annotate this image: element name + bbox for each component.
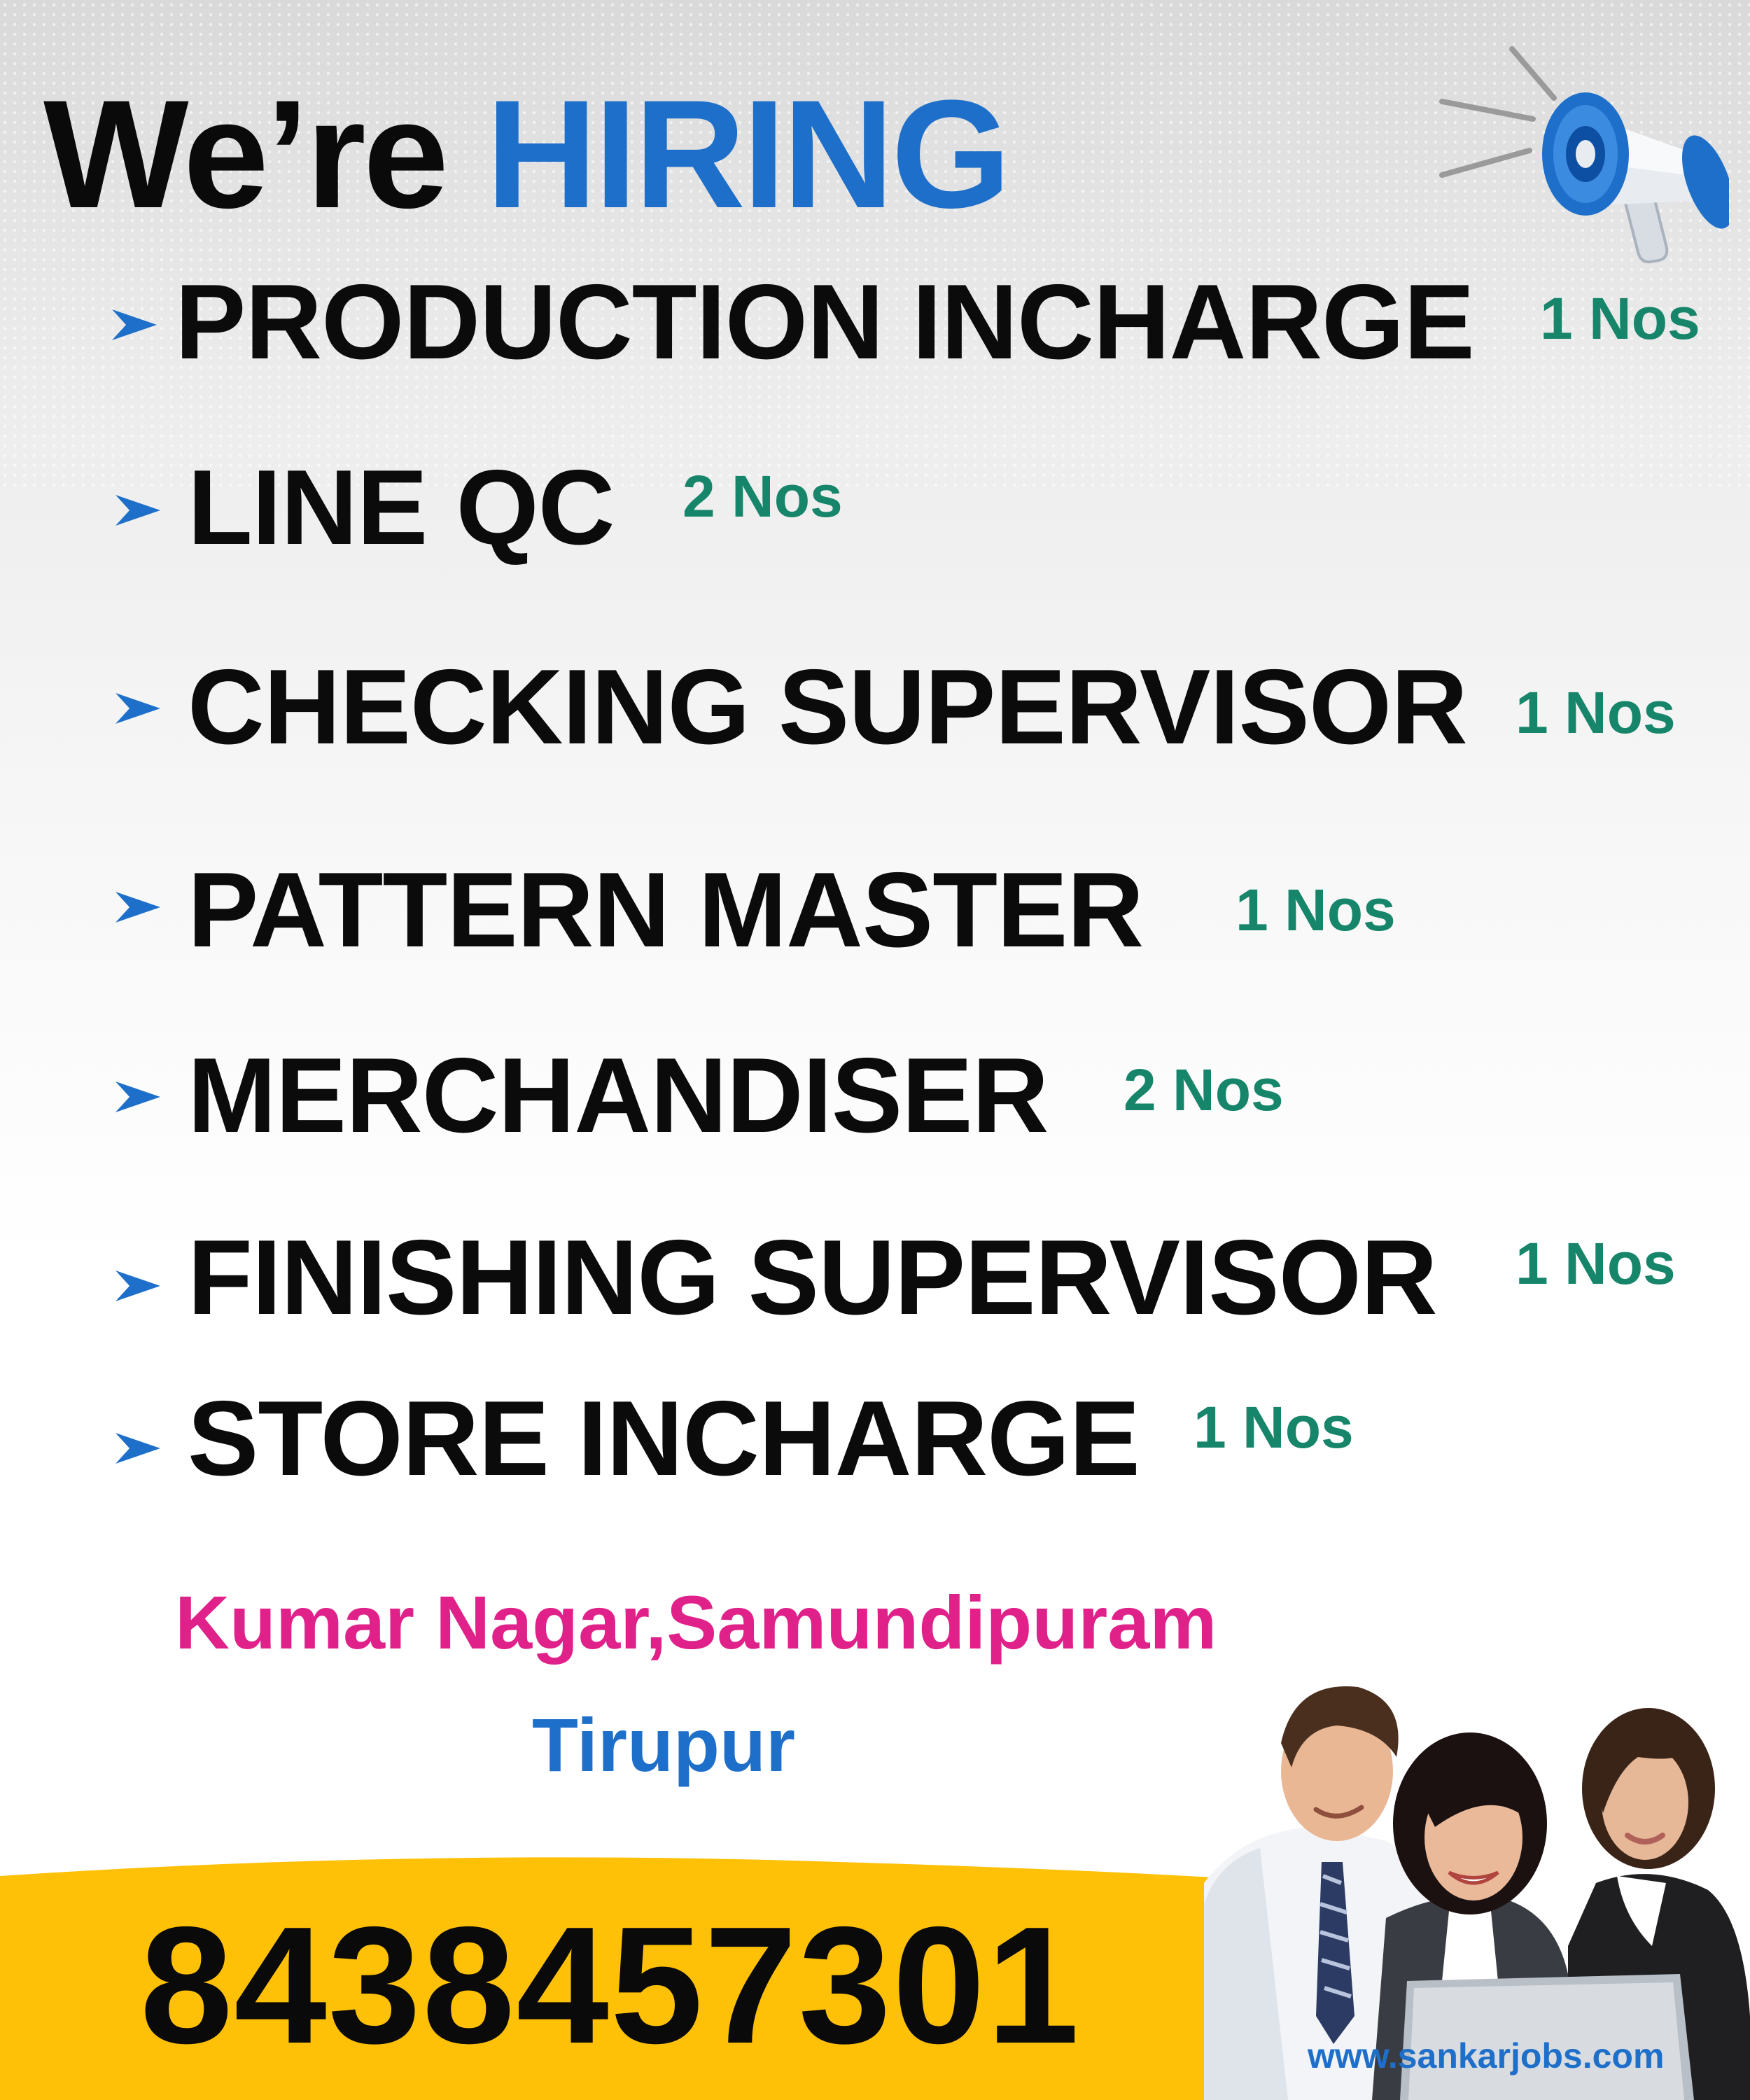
- job-count: 1 Nos: [1540, 286, 1700, 351]
- job-count: 1 Nos: [1516, 1231, 1676, 1296]
- job-item-store-incharge: STORE INCHARGE 1 Nos: [0, 1382, 1750, 1494]
- location-line2: Tirupur: [532, 1702, 795, 1787]
- job-title: STORE INCHARGE: [188, 1379, 1140, 1498]
- headline: We’re HIRING: [43, 77, 1011, 231]
- job-item-merchandiser: MERCHANDISER 2 Nos: [0, 1040, 1750, 1152]
- job-count: 2 Nos: [1124, 1057, 1284, 1123]
- website-link[interactable]: www.sankarjobs.com: [1308, 2036, 1664, 2076]
- chevron-arrow-icon: [112, 309, 157, 340]
- job-count: 1 Nos: [1236, 877, 1396, 943]
- job-title: CHECKING SUPERVISOR: [188, 648, 1468, 766]
- chevron-arrow-icon: [115, 892, 160, 923]
- megaphone-icon: [1439, 46, 1729, 264]
- job-item-pattern-master: PATTERN MASTER 1 Nos: [0, 854, 1750, 966]
- job-title: FINISHING SUPERVISOR: [188, 1218, 1438, 1337]
- team-photo: [1204, 1686, 1750, 2100]
- chevron-arrow-icon: [115, 1270, 160, 1301]
- job-title: MERCHANDISER: [188, 1036, 1049, 1155]
- job-count: 1 Nos: [1194, 1394, 1354, 1460]
- headline-part1: We’re: [43, 68, 449, 240]
- job-item-line-qc: LINE QC 2 Nos: [0, 444, 1750, 561]
- headline-part2: HIRING: [486, 68, 1011, 240]
- job-title: PATTERN MASTER: [188, 850, 1144, 969]
- job-title: PRODUCTION INCHARGE: [175, 262, 1475, 382]
- chevron-arrow-icon: [115, 693, 160, 724]
- chevron-arrow-icon: [115, 1082, 160, 1112]
- job-item-checking-supervisor: CHECKING SUPERVISOR 1 Nos: [0, 651, 1750, 763]
- job-count: 2 Nos: [682, 463, 843, 529]
- chevron-arrow-icon: [115, 495, 160, 526]
- location-line1: Kumar Nagar,Samundipuram: [175, 1580, 1217, 1665]
- job-title: LINE QC: [188, 448, 615, 567]
- job-item-finishing-supervisor: FINISHING SUPERVISOR 1 Nos: [0, 1222, 1750, 1334]
- job-item-production-incharge: PRODUCTION INCHARGE 1 Nos: [0, 259, 1750, 375]
- chevron-arrow-icon: [115, 1433, 160, 1464]
- phone-number: 8438457301: [140, 1893, 1081, 2078]
- job-count: 1 Nos: [1516, 680, 1676, 746]
